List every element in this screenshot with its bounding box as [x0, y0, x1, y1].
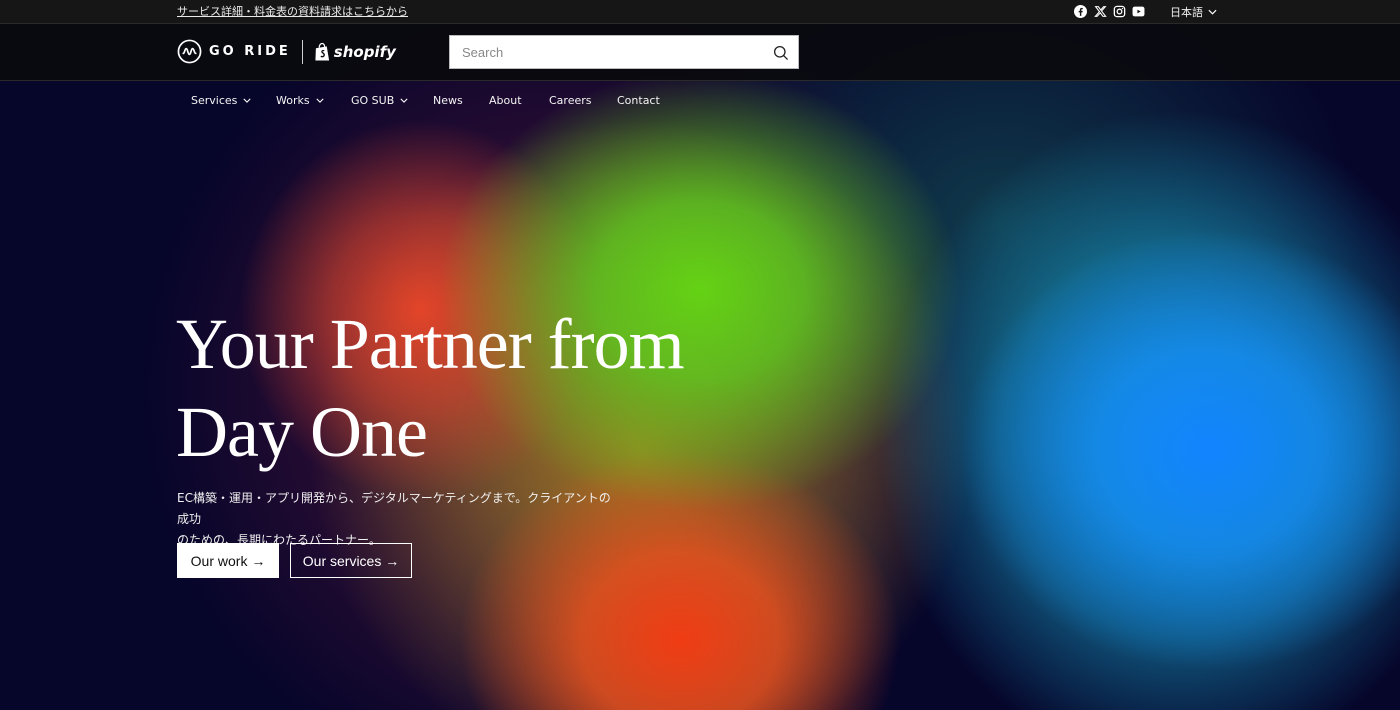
nav-item-label: GO SUB	[351, 94, 395, 107]
nav-item-label: Contact	[617, 94, 660, 107]
brand-name: GO RIDE	[209, 44, 291, 59]
youtube-icon[interactable]	[1132, 5, 1145, 18]
language-label: 日本語	[1170, 6, 1203, 19]
chevron-down-icon	[1208, 9, 1217, 15]
nav-item-news[interactable]: News	[433, 94, 463, 107]
hero-title-line-1: Your Partner from	[176, 304, 685, 384]
chevron-down-icon	[315, 98, 324, 103]
hero-subtitle: EC構築・運用・アプリ開発から、デジタルマーケティングまで。クライアントの成功 …	[177, 488, 617, 551]
nav-item-careers[interactable]: Careers	[549, 94, 592, 107]
our-services-button[interactable]: Our services →	[290, 543, 412, 578]
site-header: GO RIDE shopify	[0, 24, 1400, 81]
site-logo[interactable]: GO RIDE shopify	[177, 39, 396, 64]
chevron-down-icon	[400, 98, 408, 103]
hero-subtitle-line-1: EC構築・運用・アプリ開発から、デジタルマーケティングまで。クライアントの成功	[177, 491, 611, 526]
brochure-request-link[interactable]: サービス詳細・料金表の資料請求はこちらから	[177, 3, 408, 19]
shopify-bag-icon	[315, 42, 329, 60]
logo-divider	[301, 39, 303, 64]
nav-item-label: News	[433, 94, 463, 107]
search-input[interactable]	[450, 36, 762, 68]
announcement-bar: サービス詳細・料金表の資料請求はこちらから 日本語	[0, 0, 1400, 24]
shopify-wordmark: shopify	[333, 42, 396, 61]
search-box	[449, 35, 799, 69]
chevron-down-icon	[243, 98, 251, 103]
nav-item-label: Services	[191, 94, 238, 107]
go-ride-logo-icon	[177, 39, 202, 64]
language-selector[interactable]: 日本語	[1170, 4, 1217, 20]
nav-item-label: Careers	[549, 94, 592, 107]
nav-item-contact[interactable]: Contact	[617, 94, 660, 107]
hero-title: Your Partner from Day One	[176, 300, 816, 476]
facebook-icon[interactable]	[1074, 5, 1087, 18]
hero-title-line-2: Day One	[176, 392, 428, 472]
nav-item-label: Works	[276, 94, 310, 107]
instagram-icon[interactable]	[1113, 5, 1126, 18]
nav-item-works[interactable]: Works	[276, 94, 324, 107]
our-work-button[interactable]: Our work →	[177, 543, 279, 578]
search-icon[interactable]	[773, 45, 789, 61]
nav-item-services[interactable]: Services	[191, 94, 251, 107]
nav-item-label: About	[489, 94, 522, 107]
main-navigation: Services Works GO SUB News About Careers…	[0, 80, 1400, 122]
nav-item-about[interactable]: About	[489, 94, 522, 107]
x-icon[interactable]	[1094, 5, 1107, 18]
nav-item-go-sub[interactable]: GO SUB	[351, 94, 408, 107]
